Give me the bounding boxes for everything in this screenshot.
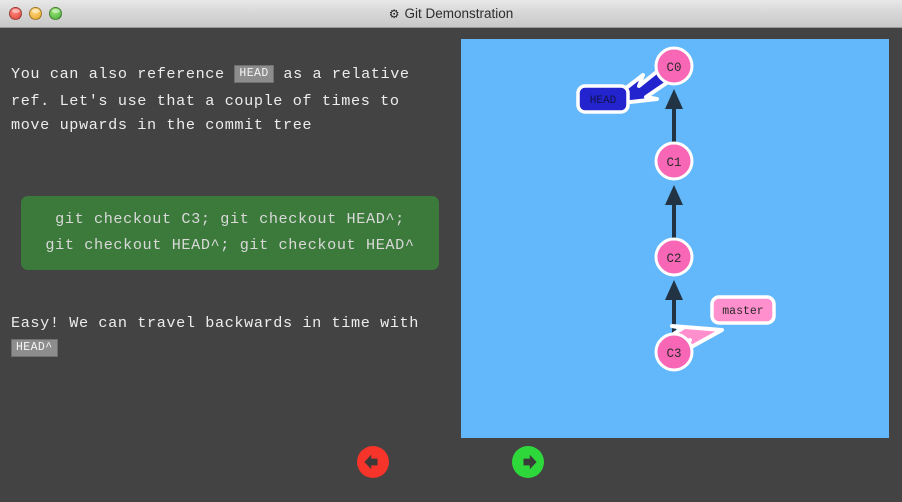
command-block: git checkout C3; git checkout HEAD^; git… — [21, 196, 439, 270]
maximize-window-button[interactable] — [49, 7, 62, 20]
head-label-text: HEAD — [590, 95, 617, 107]
inline-code-head: HEAD — [234, 65, 274, 83]
master-ref-label[interactable]: master — [710, 295, 776, 325]
window-title-text: Git Demonstration — [404, 6, 514, 21]
commit-label: C2 — [666, 252, 681, 266]
app-window: ⚙ Git Demonstration You can also referen… — [0, 0, 902, 502]
commit-label: C0 — [666, 61, 681, 75]
commit-node-c3[interactable]: C3 — [654, 332, 694, 372]
back-button[interactable] — [356, 445, 390, 479]
master-label-text: master — [722, 305, 763, 318]
traffic-light-group — [0, 7, 62, 20]
edge-arrowhead-c2-c1 — [665, 185, 683, 205]
commit-edges — [665, 89, 683, 334]
edge-arrowhead-c1-c0 — [665, 89, 683, 109]
back-arrow-icon[interactable] — [356, 445, 390, 479]
minimize-window-button[interactable] — [29, 7, 42, 20]
window-title: ⚙ Git Demonstration — [0, 0, 902, 28]
forward-arrow-icon[interactable] — [511, 445, 545, 479]
lesson-paragraph-2: Easy! We can travel backwards in time wi… — [11, 311, 447, 362]
head-ref-label[interactable]: HEAD — [576, 84, 630, 114]
closing-text-segment: Easy! We can travel backwards in time wi… — [11, 314, 419, 332]
command-line-1: git checkout C3; git checkout HEAD^; — [55, 210, 405, 228]
commit-node-c1[interactable]: C1 — [654, 141, 694, 181]
close-window-button[interactable] — [9, 7, 22, 20]
lesson-paragraph-1: You can also reference HEAD as a relativ… — [11, 62, 447, 138]
commit-tree-visualization: C0 C1 C2 C3 HEAD master — [461, 39, 889, 438]
commit-label: C1 — [666, 156, 681, 170]
edge-arrowhead-c3-c2 — [665, 280, 683, 300]
lesson-text-segment-1: You can also reference — [11, 65, 235, 83]
inline-code-head-caret: HEAD^ — [11, 339, 58, 357]
commit-tree-svg: C0 C1 C2 C3 HEAD master — [576, 46, 776, 372]
window-titlebar: ⚙ Git Demonstration — [0, 0, 902, 28]
commit-label: C3 — [666, 347, 681, 361]
commit-node-c0[interactable]: C0 — [654, 46, 694, 86]
commit-node-c2[interactable]: C2 — [654, 237, 694, 277]
gear-icon: ⚙ — [388, 7, 400, 21]
command-line-2: git checkout HEAD^; git checkout HEAD^ — [45, 236, 415, 254]
forward-button[interactable] — [511, 445, 545, 479]
